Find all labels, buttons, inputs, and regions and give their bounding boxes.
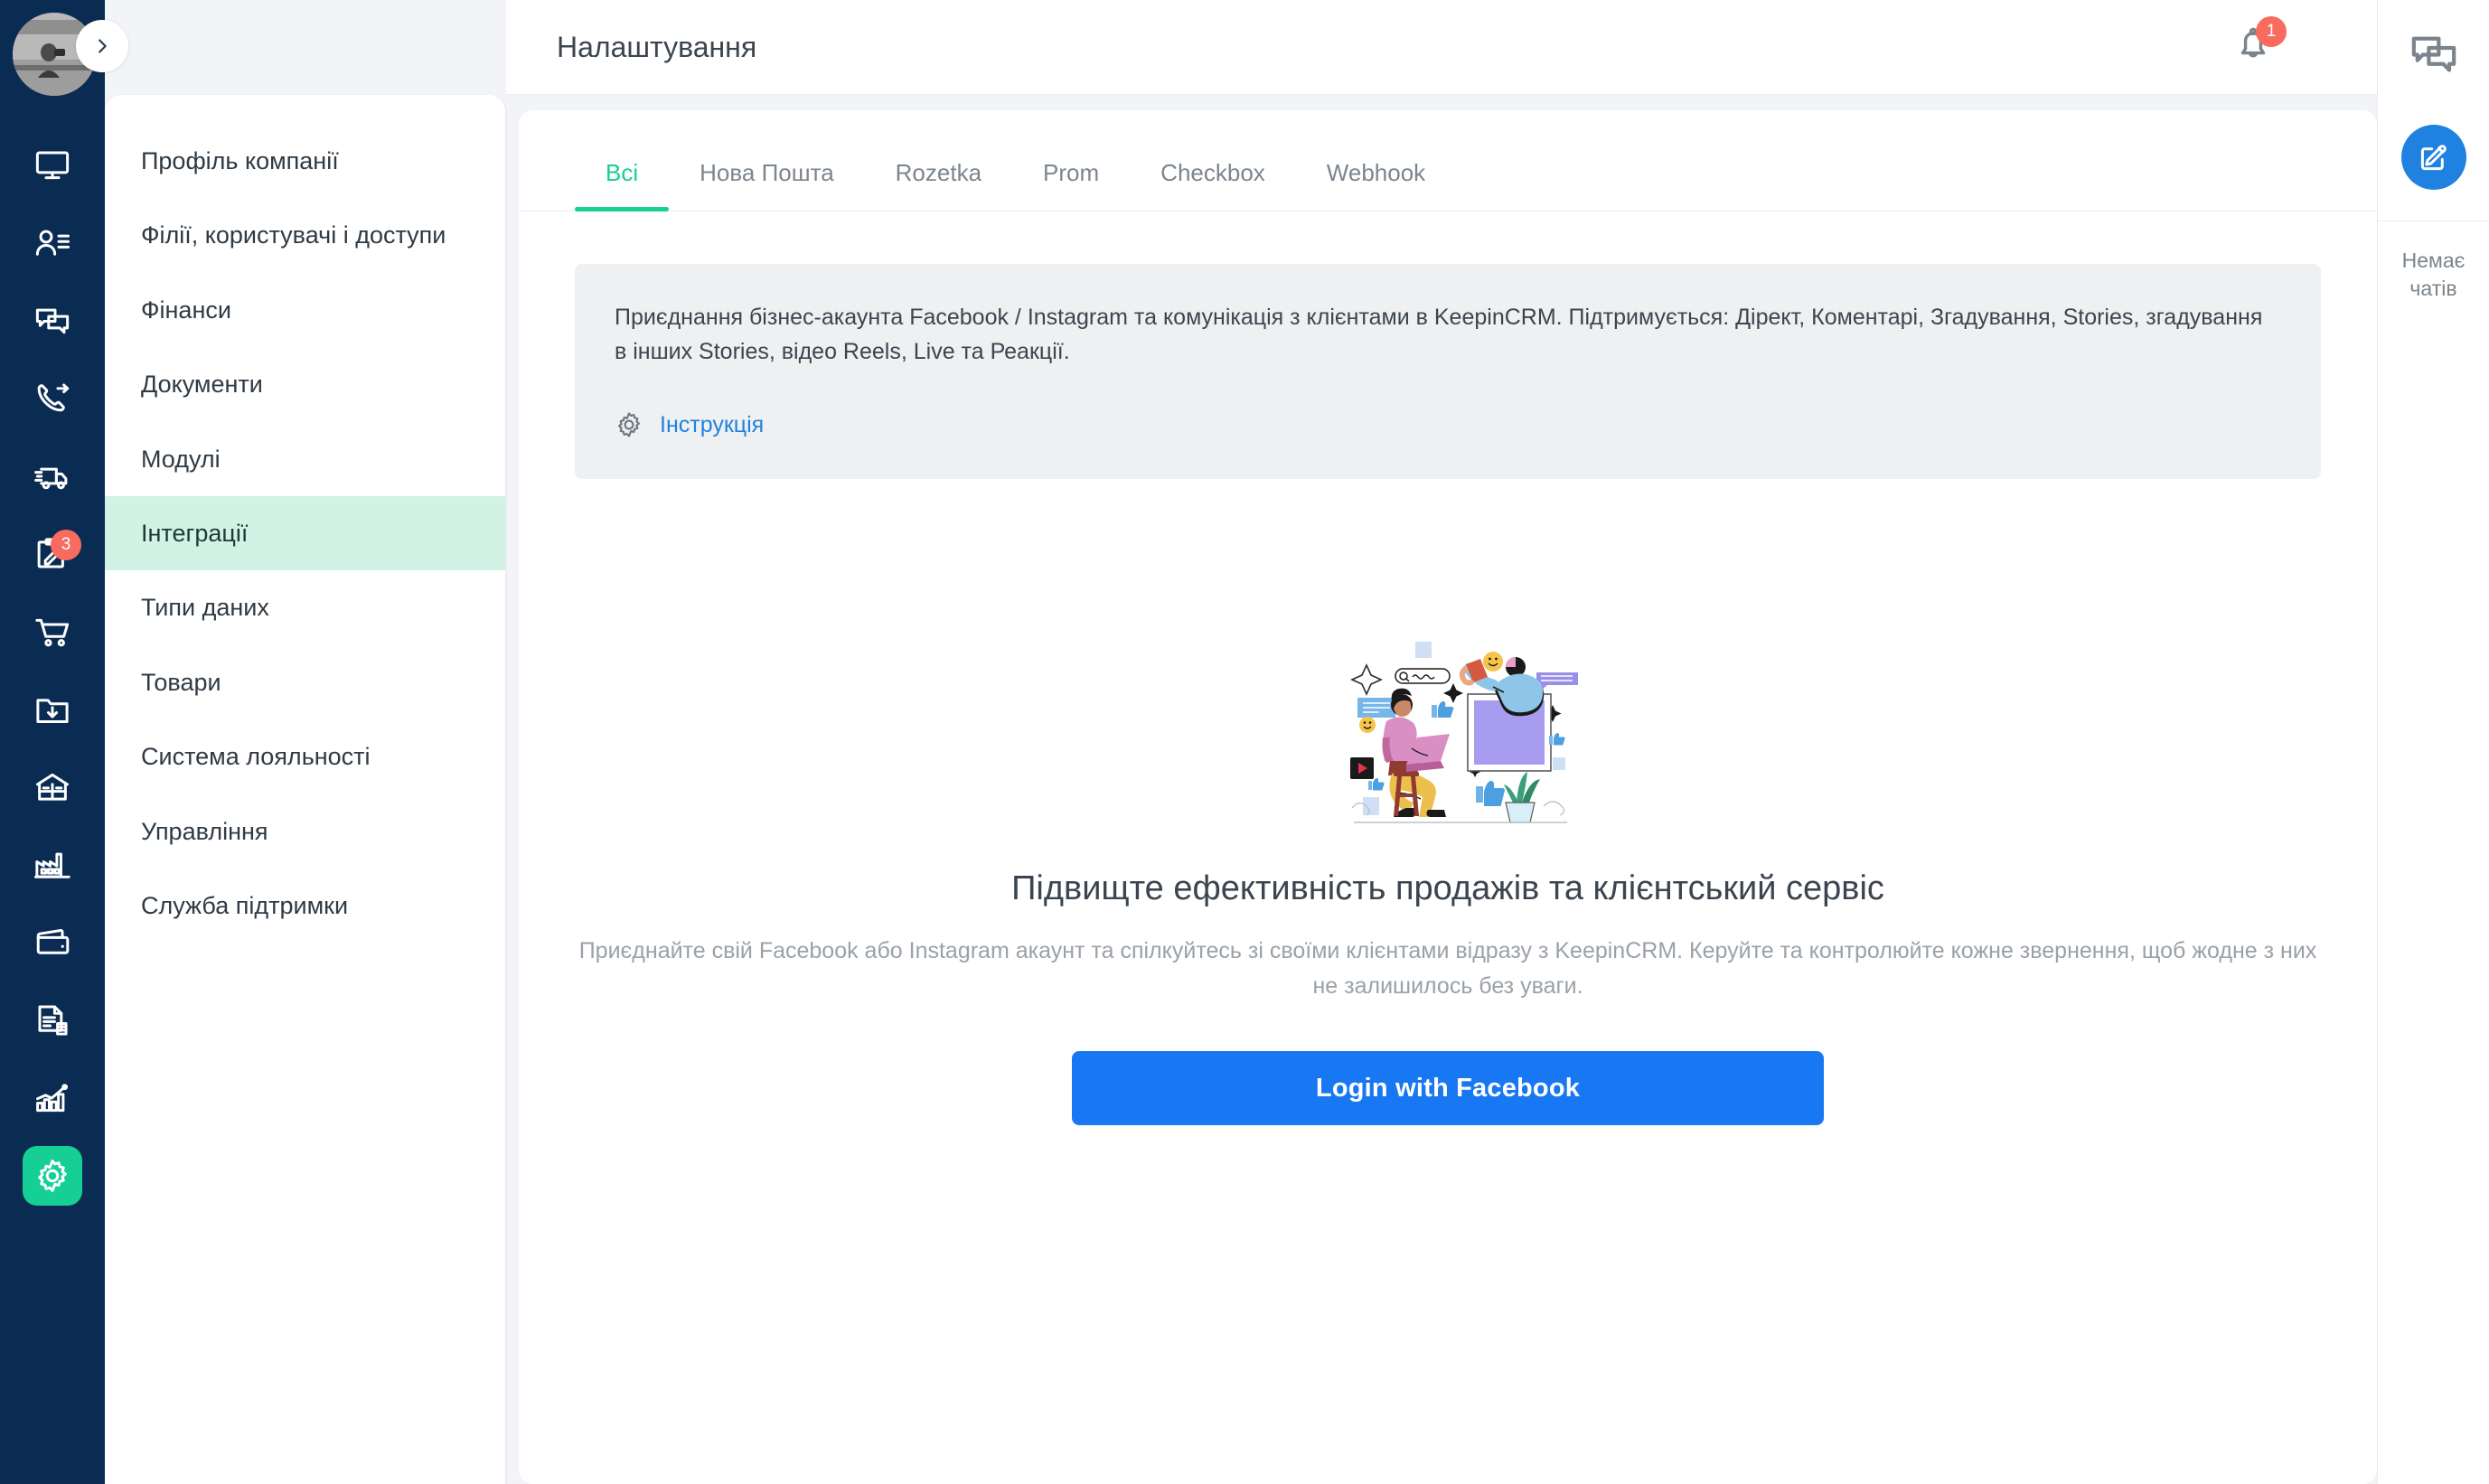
- settings-menu-panel: Профіль компанії Філії, користувачі і до…: [105, 95, 506, 1484]
- contacts-icon: [35, 230, 70, 256]
- sidebar-item-calls[interactable]: [0, 360, 105, 437]
- integration-tabs: Всі Нова Пошта Rozetka Prom Checkbox Web…: [519, 110, 2377, 211]
- settings-menu-item-modules[interactable]: Модулі: [105, 422, 505, 496]
- tab-label: Webhook: [1326, 159, 1426, 186]
- gear-icon: [38, 1160, 67, 1192]
- primary-nav-rail: 3: [0, 0, 128, 1484]
- tab-prom[interactable]: Prom: [1012, 159, 1130, 211]
- integration-info-box: Приєднання бізнес-акаунта Facebook / Ins…: [575, 264, 2321, 479]
- top-bar: Налаштування 1: [506, 0, 2377, 95]
- wallet-icon: [36, 929, 70, 954]
- tab-all[interactable]: Всі: [575, 159, 670, 211]
- folder-download-icon: [36, 699, 69, 723]
- settings-menu-item-profile[interactable]: Профіль компанії: [105, 124, 505, 198]
- menu-label: Товари: [141, 668, 221, 696]
- integrations-content-card: Всі Нова Пошта Rozetka Prom Checkbox Web…: [519, 110, 2377, 1484]
- tab-nova-poshta[interactable]: Нова Пошта: [669, 159, 865, 211]
- settings-menu-item-support[interactable]: Служба підтримки: [105, 869, 505, 943]
- sidebar-item-settings[interactable]: [0, 1137, 105, 1215]
- integration-empty-state: Підвищте ефективність продажів та клієнт…: [519, 631, 2377, 1125]
- chat-icon: [2411, 36, 2456, 72]
- notifications-badge: 1: [2256, 16, 2287, 47]
- settings-menu-item-loyalty[interactable]: Система лояльності: [105, 719, 505, 794]
- chat-rail: Немає чатів: [2377, 0, 2489, 1484]
- menu-label: Система лояльності: [141, 743, 371, 771]
- menu-label: Служба підтримки: [141, 891, 349, 919]
- sidebar-item-orders[interactable]: [0, 593, 105, 671]
- sidebar-item-production[interactable]: [0, 826, 105, 904]
- gear-icon: [618, 412, 640, 437]
- sidebar-item-tasks[interactable]: 3: [0, 515, 105, 593]
- tab-label: Checkbox: [1160, 159, 1265, 186]
- sidebar-item-warehouse[interactable]: [0, 748, 105, 826]
- menu-label: Управління: [141, 817, 268, 845]
- tab-webhook[interactable]: Webhook: [1296, 159, 1456, 211]
- menu-label: Філії, користувачі і доступи: [141, 221, 446, 249]
- tab-label: Rozetka: [895, 159, 982, 186]
- tab-label: Всі: [606, 159, 639, 186]
- settings-menu-item-data-types[interactable]: Типи даних: [105, 570, 505, 644]
- settings-menu-item-branches[interactable]: Філії, користувачі і доступи: [105, 198, 505, 272]
- chevron-right-icon[interactable]: [76, 20, 128, 72]
- settings-menu-item-products[interactable]: Товари: [105, 645, 505, 719]
- main-area: Налаштування 1 Всі Нова Пошта Rozetka Pr…: [506, 0, 2377, 1484]
- instruction-link[interactable]: Інструкція: [660, 412, 764, 438]
- factory-icon: [33, 852, 70, 878]
- truck-icon: [34, 467, 68, 490]
- instruction-link-row[interactable]: Інструкція: [615, 410, 2281, 439]
- settings-menu-list: Профіль компанії Філії, користувачі і до…: [105, 95, 505, 943]
- sidebar-item-chats[interactable]: [0, 282, 105, 360]
- warehouse-icon: [36, 773, 69, 801]
- rail-icon-list: 3: [0, 127, 105, 1215]
- login-with-facebook-button[interactable]: Login with Facebook: [1072, 1050, 1824, 1125]
- empty-state-title: Підвищте ефективність продажів та клієнт…: [1011, 869, 1884, 907]
- cart-icon: [35, 618, 70, 647]
- tasks-badge: 3: [51, 530, 81, 560]
- sidebar-item-delivery[interactable]: [0, 437, 105, 515]
- analytics-icon: [36, 1084, 69, 1113]
- tab-rozetka[interactable]: Rozetka: [865, 159, 1012, 211]
- integration-info-text: Приєднання бізнес-акаунта Facebook / Ins…: [615, 305, 2263, 364]
- settings-menu-item-finance[interactable]: Фінанси: [105, 273, 505, 347]
- sidebar-item-import[interactable]: [0, 671, 105, 748]
- empty-state-description: Приєднайте свій Facebook або Instagram а…: [578, 938, 2317, 999]
- tab-checkbox[interactable]: Checkbox: [1130, 159, 1296, 211]
- sidebar-item-dashboard[interactable]: [0, 127, 105, 204]
- page-title: Налаштування: [557, 30, 757, 63]
- menu-label: Документи: [141, 371, 263, 399]
- sidebar-item-documents[interactable]: [0, 982, 105, 1059]
- chat-list-button[interactable]: [2409, 29, 2459, 80]
- new-chat-button[interactable]: [2400, 125, 2466, 190]
- menu-label: Модулі: [141, 445, 221, 473]
- tab-label: Нова Пошта: [700, 159, 834, 186]
- chat-empty-text: Немає чатів: [2401, 249, 2466, 301]
- settings-menu-item-integrations[interactable]: Інтеграції: [105, 495, 505, 571]
- sidebar-item-finance[interactable]: [0, 904, 105, 982]
- menu-label: Фінанси: [141, 296, 231, 324]
- monitor-icon: [35, 151, 70, 180]
- notifications-button[interactable]: 1: [2232, 16, 2287, 70]
- app-root: 3 Профіль компанії Філії, користувачі і …: [0, 0, 2489, 1484]
- menu-label: Типи даних: [141, 594, 269, 622]
- compose-icon: [2420, 145, 2447, 171]
- menu-label: Інтеграції: [141, 519, 249, 547]
- social-collaboration-illustration: [1350, 642, 1578, 823]
- menu-label: Профіль компанії: [141, 147, 339, 174]
- sidebar-item-analytics[interactable]: [0, 1059, 105, 1137]
- settings-menu-item-management[interactable]: Управління: [105, 794, 505, 869]
- sidebar-item-clients[interactable]: [0, 204, 105, 282]
- tab-label: Prom: [1043, 159, 1100, 186]
- call-forward-icon: [37, 383, 70, 412]
- chat-icon: [35, 308, 70, 334]
- settings-menu-item-documents[interactable]: Документи: [105, 347, 505, 421]
- document-icon: [38, 1005, 68, 1036]
